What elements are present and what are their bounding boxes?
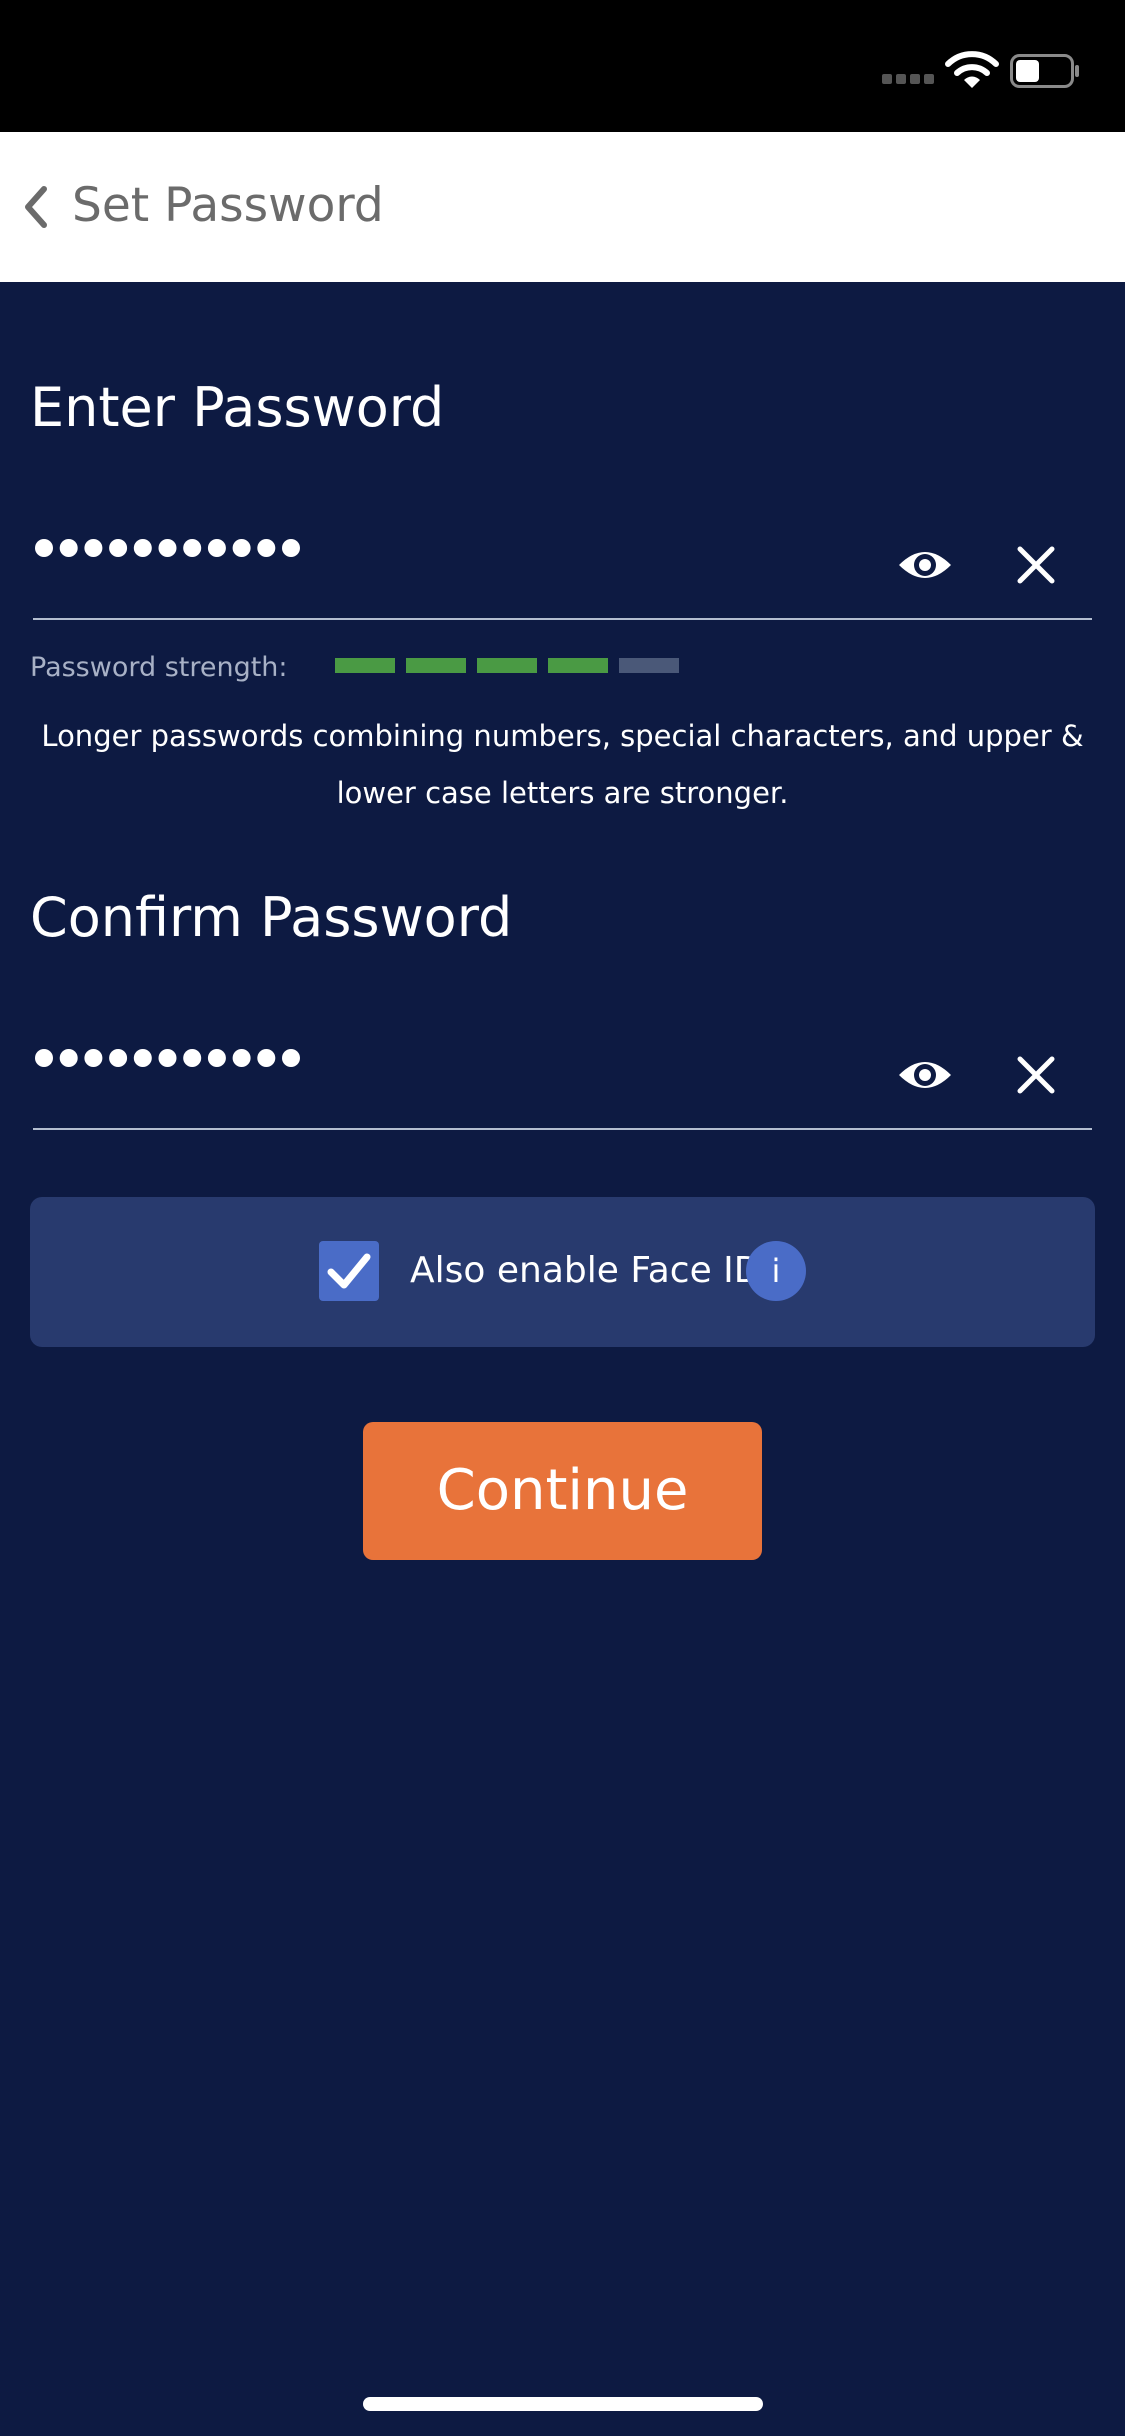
password-dot bbox=[158, 1049, 177, 1067]
strength-segment bbox=[335, 658, 395, 673]
password-input[interactable] bbox=[34, 533, 314, 563]
password-dot bbox=[257, 539, 276, 557]
password-dot bbox=[59, 1049, 78, 1067]
face-id-panel: Also enable Face ID i bbox=[30, 1197, 1095, 1347]
nav-bar: Set Password bbox=[0, 132, 1125, 282]
info-icon[interactable]: i bbox=[746, 1241, 806, 1301]
signal-icon bbox=[882, 74, 934, 86]
password-dot bbox=[35, 539, 53, 557]
chevron-left-icon[interactable] bbox=[20, 185, 50, 229]
strength-meter bbox=[335, 658, 685, 673]
password-dot bbox=[207, 1049, 226, 1067]
eye-icon[interactable] bbox=[897, 1055, 953, 1095]
password-dot bbox=[109, 1049, 128, 1067]
home-indicator bbox=[363, 2397, 763, 2411]
password-dot bbox=[59, 539, 78, 557]
close-icon[interactable] bbox=[1016, 1055, 1056, 1095]
password-dot bbox=[282, 1049, 300, 1067]
password-hint: Longer passwords combining numbers, spec… bbox=[41, 719, 1084, 810]
password-dot bbox=[232, 1049, 251, 1067]
password-dot bbox=[35, 1049, 53, 1067]
confirm-underline bbox=[33, 1128, 1092, 1130]
confirm-password-input[interactable] bbox=[34, 1043, 314, 1073]
status-bar bbox=[0, 0, 1125, 132]
password-dot bbox=[109, 539, 128, 557]
password-dot bbox=[183, 1049, 202, 1067]
password-underline bbox=[33, 618, 1092, 620]
strength-segment bbox=[477, 658, 537, 673]
password-dot bbox=[158, 539, 177, 557]
password-dot bbox=[207, 539, 226, 557]
password-dot bbox=[84, 539, 103, 557]
password-dot bbox=[84, 1049, 103, 1067]
strength-label: Password strength: bbox=[30, 652, 288, 683]
close-icon[interactable] bbox=[1016, 545, 1056, 585]
page-title: Set Password bbox=[72, 178, 384, 233]
strength-segment bbox=[619, 658, 679, 673]
password-dot bbox=[133, 539, 152, 557]
password-dot bbox=[282, 539, 300, 557]
face-id-label: Also enable Face ID bbox=[410, 1250, 762, 1291]
battery-icon bbox=[1010, 54, 1079, 88]
password-dot bbox=[183, 539, 202, 557]
password-dot bbox=[232, 539, 251, 557]
continue-button[interactable]: Continue bbox=[363, 1422, 762, 1560]
checkmark-icon bbox=[327, 1253, 371, 1289]
strength-segment bbox=[548, 658, 608, 673]
strength-segment bbox=[406, 658, 466, 673]
password-dot bbox=[133, 1049, 152, 1067]
password-dot bbox=[257, 1049, 276, 1067]
enter-password-title: Enter Password bbox=[30, 376, 445, 439]
wifi-icon bbox=[945, 51, 999, 88]
eye-icon[interactable] bbox=[897, 545, 953, 585]
face-id-checkbox[interactable] bbox=[319, 1241, 379, 1301]
confirm-password-title: Confirm Password bbox=[30, 886, 513, 949]
